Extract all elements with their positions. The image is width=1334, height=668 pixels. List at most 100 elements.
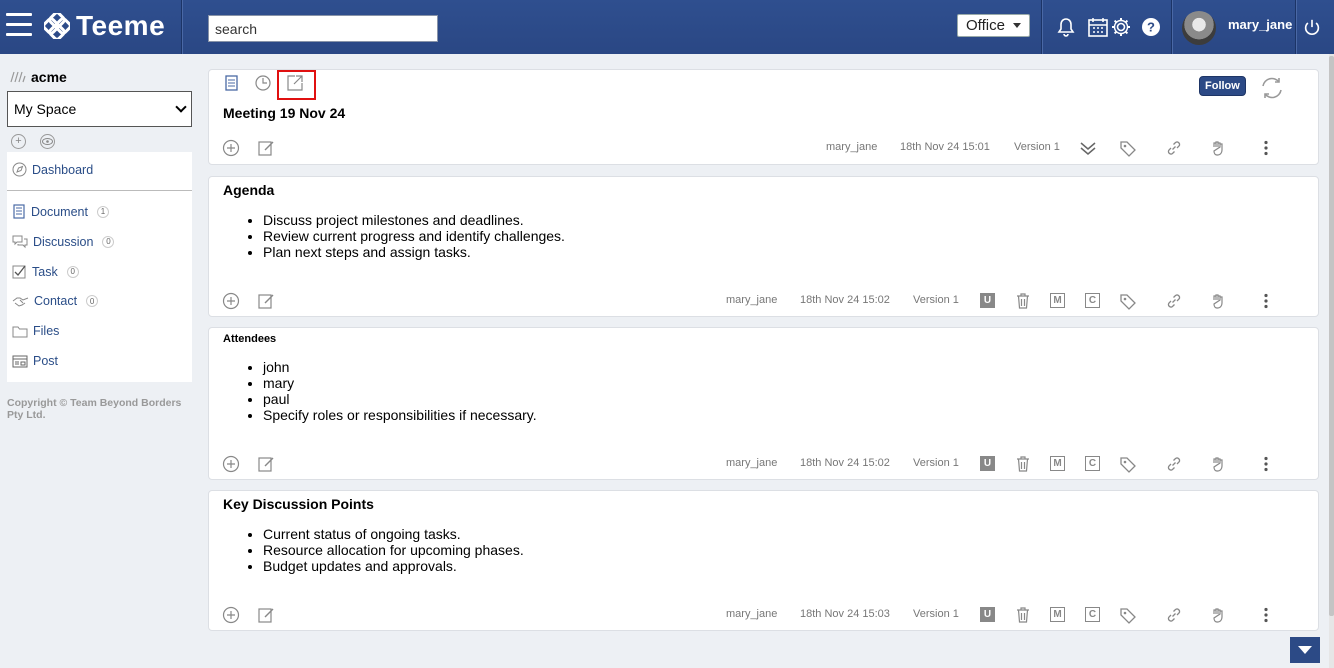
eye-icon[interactable] — [40, 134, 55, 149]
handshake-icon — [12, 297, 29, 307]
svg-text:?: ? — [1147, 20, 1155, 35]
caret-down-icon — [1298, 646, 1312, 654]
section-title: Agenda — [223, 182, 275, 198]
search-input[interactable] — [208, 15, 438, 42]
add-section-icon[interactable] — [222, 292, 240, 310]
sidebar-item-task[interactable]: Task 0 — [12, 264, 79, 279]
username[interactable]: mary_jane — [1228, 17, 1292, 32]
office-dropdown[interactable]: Office — [957, 14, 1030, 37]
sidebar: acme My Space + Dashboard Document 1 Dis… — [0, 54, 199, 668]
help-icon[interactable]: ? — [1140, 16, 1162, 38]
link-icon[interactable] — [1165, 292, 1183, 310]
more-options-icon[interactable] — [1257, 455, 1275, 473]
scroll-down-button[interactable] — [1290, 637, 1320, 663]
timestamp: 18th Nov 24 15:03 — [800, 608, 890, 620]
m-badge-icon[interactable]: M — [1050, 456, 1065, 471]
sidebar-item-dashboard[interactable]: Dashboard — [12, 162, 93, 177]
more-options-icon[interactable] — [1257, 139, 1275, 157]
app-logo[interactable]: Teeme — [44, 9, 165, 43]
m-badge-icon[interactable]: M — [1050, 607, 1065, 622]
sidebar-item-document[interactable]: Document 1 — [12, 204, 109, 219]
hand-icon[interactable] — [1210, 292, 1228, 310]
add-section-icon[interactable] — [222, 606, 240, 624]
post-icon — [12, 355, 28, 367]
tag-icon[interactable] — [1119, 606, 1137, 624]
trash-icon[interactable] — [1014, 292, 1032, 310]
sidebar-item-label: Discussion — [33, 234, 94, 249]
list-item: Review current progress and identify cha… — [263, 228, 565, 244]
sidebar-item-post[interactable]: Post — [12, 354, 58, 368]
add-space-icon[interactable]: + — [11, 134, 26, 149]
section-card-attendees: Attendees john mary paul Specify roles o… — [208, 327, 1319, 480]
link-icon[interactable] — [1165, 606, 1183, 624]
add-section-icon[interactable] — [222, 455, 240, 473]
clock-icon[interactable] — [254, 74, 272, 92]
topbar-divider — [1171, 0, 1172, 54]
edit-icon[interactable] — [257, 606, 275, 624]
trash-icon[interactable] — [1014, 606, 1032, 624]
chevron-down-icon — [175, 101, 187, 113]
edit-icon[interactable] — [257, 292, 275, 310]
section-list: Current status of ongoing tasks. Resourc… — [263, 526, 524, 574]
compass-icon — [12, 162, 27, 177]
power-icon[interactable] — [1302, 18, 1324, 40]
version: Version 1 — [1014, 141, 1060, 153]
bell-icon[interactable] — [1055, 16, 1077, 38]
sidebar-item-files[interactable]: Files — [12, 324, 59, 338]
list-item: Specify roles or responsibilities if nec… — [263, 407, 537, 423]
trash-icon[interactable] — [1014, 455, 1032, 473]
hand-icon[interactable] — [1210, 455, 1228, 473]
double-chevron-down-icon[interactable] — [1079, 139, 1097, 157]
more-options-icon[interactable] — [1257, 606, 1275, 624]
caret-down-icon — [1012, 23, 1021, 28]
document-icon — [13, 204, 25, 219]
link-icon[interactable] — [1165, 455, 1183, 473]
sidebar-item-label: Dashboard — [32, 162, 94, 177]
sidebar-item-discussion[interactable]: Discussion 0 — [12, 234, 115, 249]
document-view-icon[interactable] — [223, 74, 241, 92]
sidebar-item-label: Task — [32, 264, 58, 279]
tag-icon[interactable] — [1119, 139, 1137, 157]
author: mary_jane — [726, 457, 778, 469]
c-badge-icon[interactable]: C — [1085, 456, 1100, 471]
c-badge-icon[interactable]: C — [1085, 607, 1100, 622]
sidebar-item-label: Files — [33, 324, 60, 338]
u-badge-icon[interactable]: U — [980, 293, 995, 308]
hand-icon[interactable] — [1210, 139, 1228, 157]
external-link-icon[interactable] — [286, 74, 304, 92]
edit-icon[interactable] — [257, 139, 275, 157]
m-badge-icon[interactable]: M — [1050, 293, 1065, 308]
c-badge-icon[interactable]: C — [1085, 293, 1100, 308]
list-item: Discuss project milestones and deadlines… — [263, 212, 565, 228]
scrollbar[interactable] — [1329, 54, 1334, 668]
space-dropdown[interactable]: My Space — [7, 91, 192, 127]
list-item: Plan next steps and assign tasks. — [263, 244, 565, 260]
u-badge-icon[interactable]: U — [980, 456, 995, 471]
u-badge-icon[interactable]: U — [980, 607, 995, 622]
menu-icon[interactable] — [6, 13, 32, 37]
document-header-card: Follow Meeting 19 Nov 24 mary_jane 18th … — [208, 69, 1319, 165]
scrollbar-thumb[interactable] — [1329, 56, 1334, 616]
org-name: acme — [31, 69, 67, 85]
tag-icon[interactable] — [1119, 292, 1137, 310]
folder-icon — [12, 326, 28, 337]
author: mary_jane — [726, 608, 778, 620]
sidebar-nav: Dashboard Document 1 Discussion 0 Task 0… — [7, 152, 192, 382]
sidebar-item-contact[interactable]: Contact 0 — [12, 294, 99, 308]
refresh-icon[interactable] — [1259, 75, 1285, 101]
follow-button[interactable]: Follow — [1199, 76, 1246, 96]
org-icon — [10, 71, 26, 83]
tag-icon[interactable] — [1119, 455, 1137, 473]
hand-icon[interactable] — [1210, 606, 1228, 624]
more-options-icon[interactable] — [1257, 292, 1275, 310]
add-section-icon[interactable] — [222, 139, 240, 157]
author: mary_jane — [826, 141, 878, 153]
count-badge: 0 — [86, 295, 99, 307]
section-title: Key Discussion Points — [223, 496, 374, 512]
calendar-icon[interactable] — [1087, 16, 1109, 38]
edit-icon[interactable] — [257, 455, 275, 473]
link-icon[interactable] — [1165, 139, 1183, 157]
avatar[interactable] — [1182, 11, 1216, 45]
topbar-divider — [181, 0, 182, 54]
gear-icon[interactable] — [1110, 16, 1132, 38]
